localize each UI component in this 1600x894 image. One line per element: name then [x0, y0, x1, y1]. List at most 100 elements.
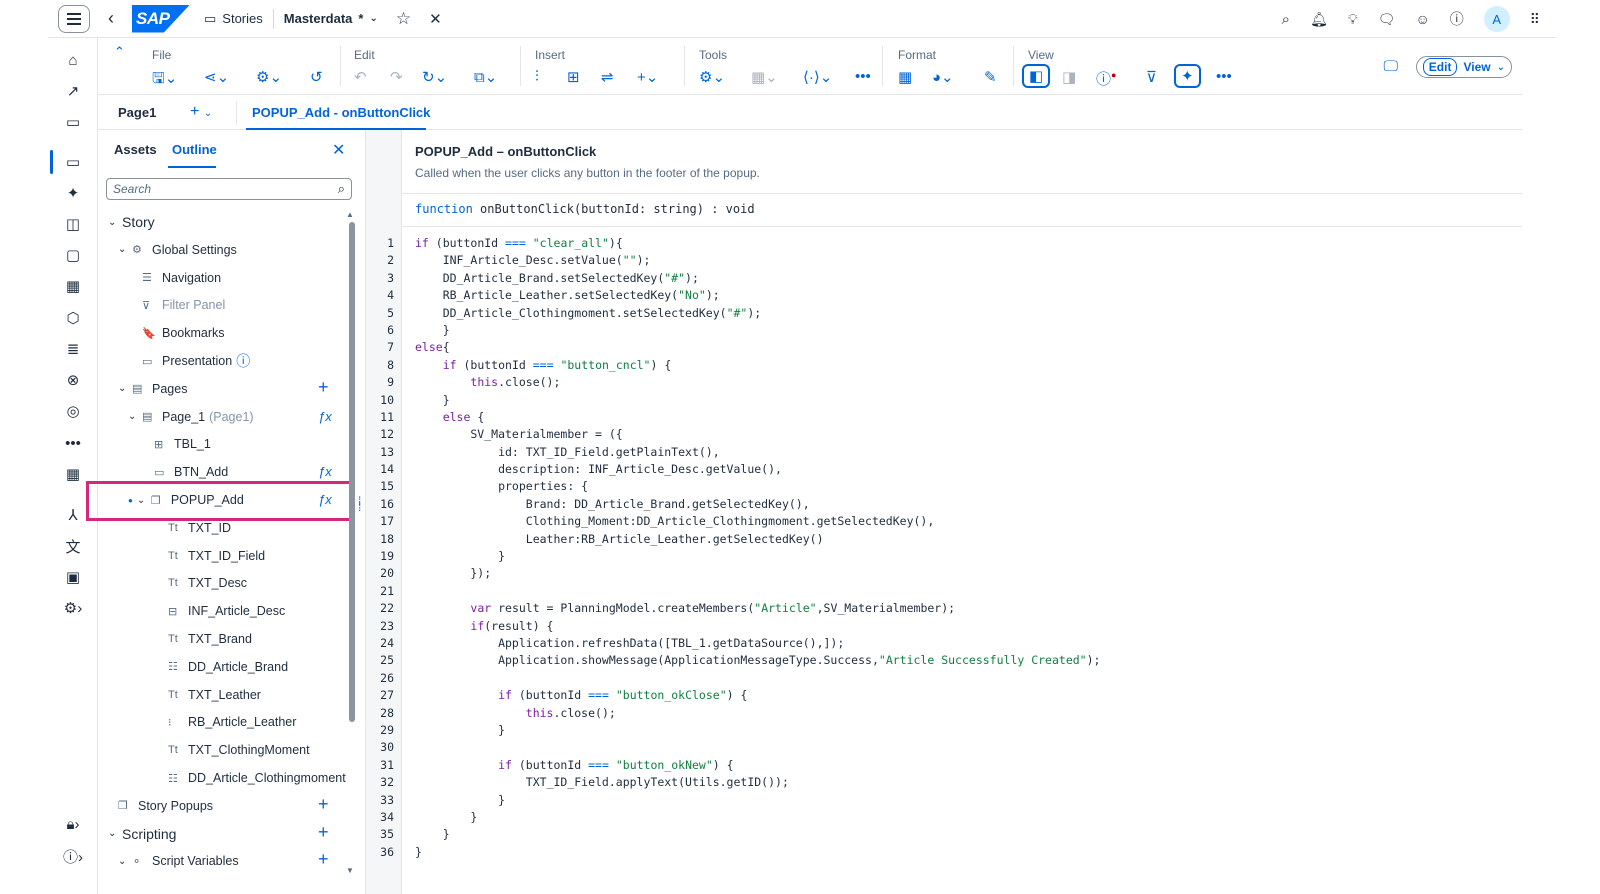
tree-item[interactable]: ☰ Navigation — [128, 267, 221, 289]
script-fx-icon[interactable]: ƒx — [318, 409, 332, 424]
info-panel-icon[interactable]: ⓘ● — [1096, 68, 1116, 89]
chat-icon[interactable]: 🗨︎ — [1378, 11, 1396, 28]
right-panel-icon[interactable]: ◨ — [1062, 68, 1076, 86]
tree-item[interactable]: ⌄ ▤ Page_1 (Page1) — [128, 406, 254, 428]
stories-nav-icon[interactable]: ▭ — [48, 148, 98, 176]
chevron-down-icon[interactable]: ⌄ — [128, 411, 142, 422]
scroll-up-icon[interactable]: ▲ — [346, 210, 354, 219]
scroll-down-icon[interactable]: ▼ — [346, 866, 354, 875]
code-line[interactable]: 8 if (buttonId === "button_cncl") { — [368, 357, 671, 374]
tree-item[interactable]: ⌄ ⚙ Global Settings — [118, 239, 237, 261]
folder-icon[interactable]: ▭ — [48, 108, 98, 136]
code-line[interactable]: 3 DD_Article_Brand.setSelectedKey("#"); — [368, 270, 699, 287]
info-icon[interactable]: ⓘ — [236, 351, 250, 371]
tab-assets[interactable]: Assets — [114, 142, 157, 157]
settings-more-icon[interactable]: ⚙› — [48, 594, 98, 622]
translate-icon[interactable]: 文 — [48, 532, 98, 560]
star-icon[interactable]: ☆ — [396, 9, 411, 29]
code-line[interactable]: 1 if (buttonId === "clear_all"){ — [368, 235, 623, 252]
tree-item[interactable]: ⊽ Filter Panel — [128, 294, 225, 316]
data-actions-icon[interactable]: ≣ — [48, 335, 98, 363]
code-line[interactable]: 26 — [368, 670, 394, 687]
save-icon[interactable]: 🖫︎⌄ — [152, 68, 177, 93]
input-control-icon[interactable]: ⇌ — [601, 68, 614, 86]
add-icon[interactable]: + — [318, 377, 329, 398]
code-line[interactable]: 13 id: TXT_ID_Field.getPlainText(), — [368, 444, 720, 461]
chevron-down-icon[interactable]: ⌄ — [108, 828, 122, 839]
code-line[interactable]: 5 DD_Article_Clothingmoment.setSelectedK… — [368, 305, 761, 322]
script-editor-icon[interactable]: ✦ — [1174, 64, 1201, 88]
more-view-icon[interactable]: ••• — [1216, 68, 1232, 85]
tab-script-editor[interactable]: POPUP_Add - onButtonClick — [252, 105, 430, 120]
code-line[interactable]: 12 SV_Materialmember = ({ — [368, 426, 623, 443]
more-tools-icon[interactable]: ••• — [855, 68, 871, 85]
apps-grid-icon[interactable]: ⠿ — [1530, 11, 1540, 28]
device-preview-icon[interactable]: 🖵︎ — [1384, 58, 1398, 75]
tree-item[interactable]: 🔖 Bookmarks — [128, 322, 225, 344]
tree-item[interactable]: Tt TXT_Leather — [154, 684, 261, 706]
add-page-icon[interactable]: + ⌄ — [190, 103, 212, 121]
tree-item[interactable]: ⌄ Story — [108, 211, 155, 233]
data-analyzer-icon[interactable]: ◫ — [48, 210, 98, 238]
table-icon[interactable]: ⊞ — [567, 68, 580, 86]
code-line[interactable]: 10 } — [368, 392, 449, 409]
code-line[interactable]: 35 } — [368, 826, 449, 843]
code-line[interactable]: 18 Leather:RB_Article_Leather.getSelecte… — [368, 531, 823, 548]
code-line[interactable]: 30 — [368, 739, 394, 756]
code-line[interactable]: 17 Clothing_Moment:DD_Article_Clothingmo… — [368, 513, 934, 530]
code-line[interactable]: 32 TXT_ID_Field.applyText(Utils.getID())… — [368, 774, 789, 791]
bell-icon[interactable]: 🔔︎ — [1310, 11, 1328, 28]
code-line[interactable]: 15 properties: { — [368, 478, 588, 495]
collapse-toolbar-icon[interactable]: ⌃ — [114, 44, 125, 60]
tree-item[interactable]: ▭ BTN_Add — [140, 461, 228, 483]
model-cube-icon[interactable]: ⬡ — [48, 304, 98, 332]
catalog-icon[interactable]: ▣ — [48, 563, 98, 591]
chevron-down-icon[interactable]: ⌄ — [108, 217, 122, 228]
panel-resize-handle[interactable]: ⁞ ⁞ — [358, 495, 361, 513]
palette-icon[interactable]: ◕⌄ — [932, 68, 954, 86]
code-line[interactable]: 34 } — [368, 809, 477, 826]
tree-item[interactable]: ▭ Presentation ⓘ — [128, 350, 250, 372]
edit-button[interactable]: Edit — [1422, 58, 1458, 76]
info-more-icon[interactable]: ⓘ› — [48, 842, 98, 870]
code-line[interactable]: 16 Brand: DD_Article_Brand.getSelectedKe… — [368, 496, 810, 513]
code-line[interactable]: 6 } — [368, 322, 450, 339]
script-icon[interactable]: ⟨·⟩⌄ — [803, 68, 832, 86]
tree-item[interactable]: Tt TXT_Desc — [154, 572, 247, 594]
code-line[interactable]: 25 Application.showMessage(ApplicationMe… — [368, 652, 1100, 669]
share-icon[interactable]: ⋖⌄ — [204, 68, 229, 86]
compass-icon[interactable]: ◎ — [48, 397, 98, 425]
code-line[interactable]: 29 } — [368, 722, 505, 739]
code-line[interactable]: 28 this.close(); — [368, 705, 616, 722]
search-input[interactable]: Search ⌕ — [106, 178, 352, 200]
add-icon[interactable]: +⌄ — [637, 68, 658, 86]
chevron-down-icon[interactable]: ⌄ — [118, 856, 132, 867]
code-line[interactable]: 23 if(result) { — [368, 618, 553, 635]
linked-analysis-icon[interactable]: ▦⌄ — [751, 68, 778, 86]
settings-icon[interactable]: ⚙⌄ — [256, 68, 282, 86]
document-title[interactable]: Masterdata * ⌄ — [284, 11, 378, 26]
close-panel-icon[interactable]: ✕ — [332, 140, 345, 160]
analytic-app-icon[interactable]: ✦ — [48, 179, 98, 207]
avatar[interactable]: A — [1483, 6, 1510, 32]
copy-icon[interactable]: ⧉⌄ — [474, 68, 497, 86]
code-line[interactable]: 4 RB_Article_Leather.setSelectedKey("No"… — [368, 287, 720, 304]
chevron-down-icon[interactable]: ⌄ — [118, 244, 132, 255]
code-line[interactable]: 33 } — [368, 792, 505, 809]
edit-view-toggle[interactable]: Edit View ⌄ — [1415, 56, 1512, 78]
tree-item[interactable]: ☷ DD_Article_Clothingmoment — [154, 767, 346, 789]
code-editor[interactable]: 1 if (buttonId === "clear_all"){2 INF_Art… — [368, 235, 1100, 861]
more-icon[interactable]: ••• — [48, 429, 98, 457]
tree-item[interactable]: ⌄ ▤ Pages — [118, 378, 187, 400]
code-line[interactable]: 36} — [368, 844, 422, 861]
code-line[interactable]: 11 else { — [368, 409, 484, 426]
tree-item[interactable]: Tt TXT_Brand — [154, 628, 252, 650]
filter-icon[interactable]: ⊽ — [1146, 68, 1157, 86]
tree-item[interactable]: ⊞ TBL_1 — [140, 433, 211, 455]
add-icon[interactable]: + — [318, 794, 329, 815]
css-icon[interactable]: ✎ — [984, 68, 997, 86]
menu-icon[interactable] — [58, 4, 90, 33]
chevron-down-icon[interactable]: ⌄ — [118, 383, 132, 394]
stories-link[interactable]: ▭ Stories — [204, 11, 263, 27]
code-line[interactable]: 21 — [368, 583, 394, 600]
